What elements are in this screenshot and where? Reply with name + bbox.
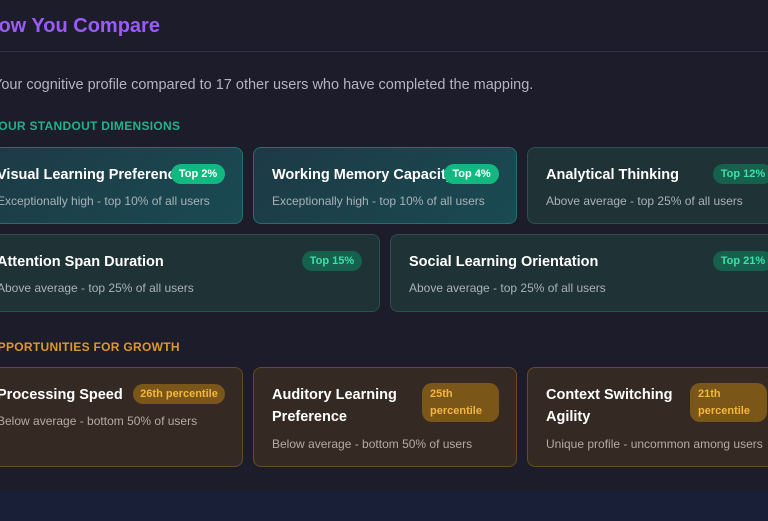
card-title: Analytical Thinking xyxy=(546,167,679,183)
card-description: Above average - top 25% of all users xyxy=(409,281,606,295)
percentile-badge: 26th percentile xyxy=(133,384,225,404)
card-description: Exceptionally high - top 10% of all user… xyxy=(0,194,210,208)
card-title: Working Memory Capacity xyxy=(272,167,454,183)
card-description: Above average - top 25% of all users xyxy=(546,194,743,208)
standout-card-attention-span[interactable]: Attention Span Duration Top 15% Above av… xyxy=(0,234,380,312)
card-title: Social Learning Orientation xyxy=(409,254,599,270)
card-description: Below average - bottom 50% of users xyxy=(0,414,198,428)
standout-card-visual-learning[interactable]: Visual Learning Preference Top 2% Except… xyxy=(0,147,243,224)
card-description: Exceptionally high - top 10% of all user… xyxy=(272,194,485,208)
card-title: Attention Span Duration xyxy=(0,254,164,270)
next-section-edge xyxy=(0,491,768,521)
title-divider xyxy=(0,51,768,52)
card-title: Auditory Learning Preference xyxy=(272,387,397,425)
growth-card-processing-speed[interactable]: Processing Speed 26th percentile Below a… xyxy=(0,367,243,467)
percentile-badge: 25th percentile xyxy=(422,383,499,422)
growth-card-auditory-learning[interactable]: Auditory Learning Preference 25th percen… xyxy=(253,367,517,467)
page-title: How You Compare xyxy=(0,15,160,37)
card-description: Unique profile - uncommon among users xyxy=(546,437,763,451)
standout-card-working-memory[interactable]: Working Memory Capacity Top 4% Exception… xyxy=(253,147,517,224)
card-description: Above average - top 25% of all users xyxy=(0,281,194,295)
rank-badge: Top 21% xyxy=(713,251,768,271)
card-title: Context Switching Agility xyxy=(546,387,673,425)
rank-badge: Top 12% xyxy=(713,164,768,184)
rank-badge: Top 4% xyxy=(444,164,499,184)
card-title: Visual Learning Preference xyxy=(0,167,184,183)
percentile-badge: 21th percentile xyxy=(690,383,767,422)
standout-card-analytical-thinking[interactable]: Analytical Thinking Top 12% Above averag… xyxy=(527,147,768,224)
page-subtitle: Your cognitive profile compared to 17 ot… xyxy=(0,77,534,93)
standout-section-label: YOUR STANDOUT DIMENSIONS xyxy=(0,119,181,133)
standout-card-social-learning[interactable]: Social Learning Orientation Top 21% Abov… xyxy=(390,234,768,312)
growth-section-label: OPPORTUNITIES FOR GROWTH xyxy=(0,340,180,354)
rank-badge: Top 2% xyxy=(171,164,225,184)
rank-badge: Top 15% xyxy=(302,251,362,271)
card-description: Below average - bottom 50% of users xyxy=(272,437,473,451)
card-title: Processing Speed xyxy=(0,387,123,403)
growth-card-context-switching[interactable]: Context Switching Agility 21th percentil… xyxy=(527,367,768,467)
